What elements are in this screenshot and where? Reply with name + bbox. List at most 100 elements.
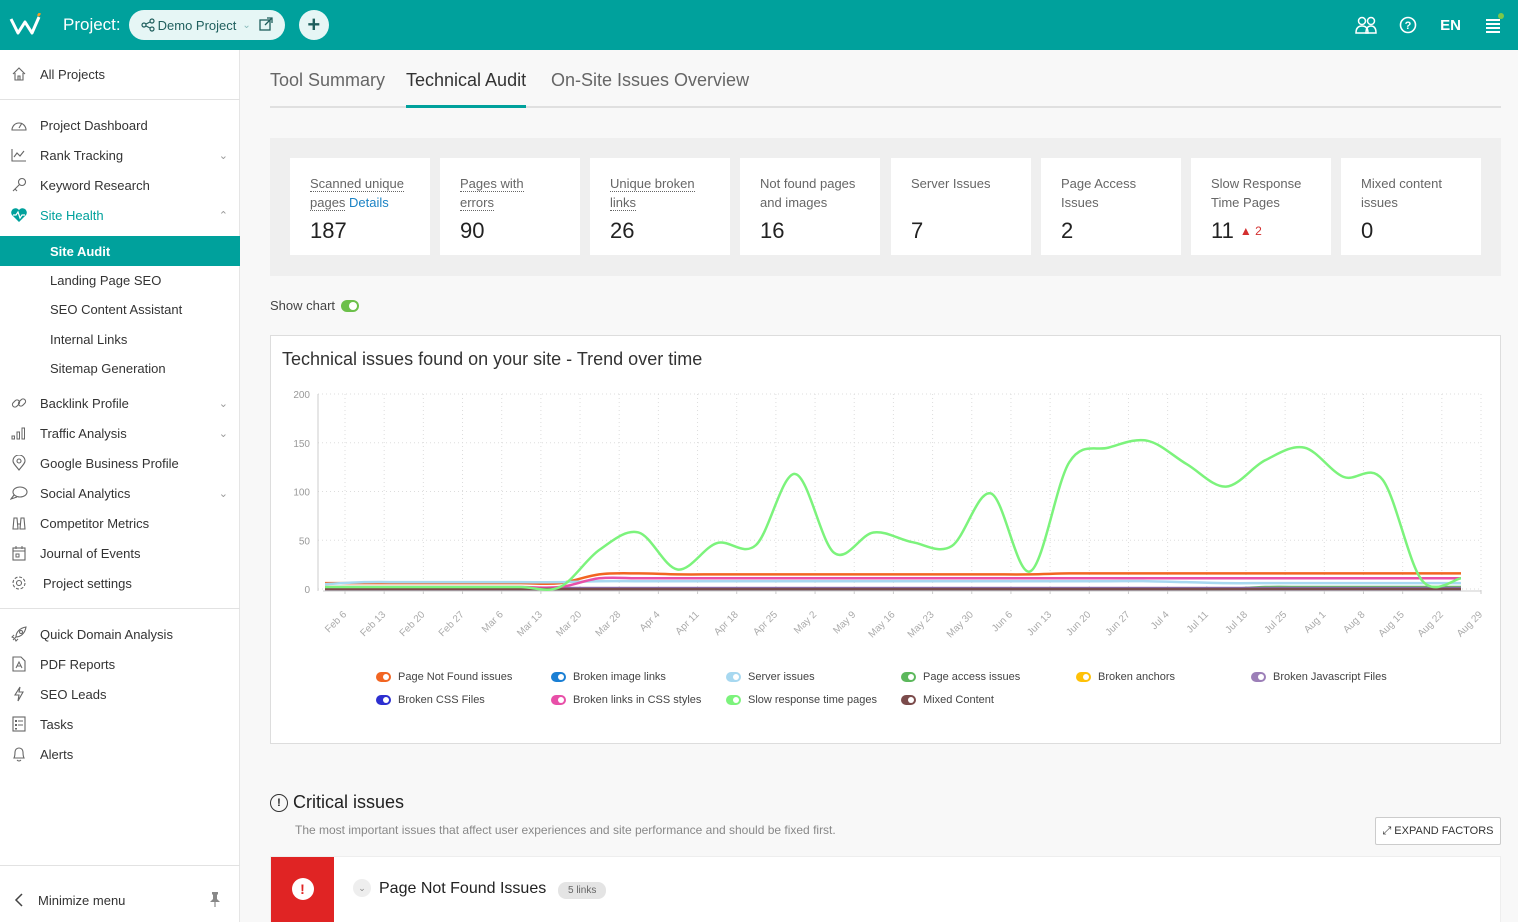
top-bar: Project: Demo Project ⌄ + ? EN [0,0,1518,50]
legend-item[interactable]: Broken links in CSS styles [551,694,701,706]
link-icon [10,394,28,412]
calendar-icon [10,544,28,562]
chevron-down-icon[interactable]: ⌄ [353,879,371,897]
sidebar-item-site-health[interactable]: Site Health ⌃ [0,200,240,230]
sidebar-item-project-dashboard[interactable]: Project Dashboard [0,110,240,140]
sidebar-item-pdf-reports[interactable]: PDF Reports [0,649,240,679]
sidebar-item-site-audit[interactable]: Site Audit [0,236,240,266]
sidebar-item-tasks[interactable]: Tasks [0,709,240,739]
dashboard-icon [10,116,28,134]
legend-label: Server issues [748,671,815,683]
x-tick-label: Mar 13 [515,609,545,639]
sidebar-item-keyword-research[interactable]: Keyword Research [0,170,240,200]
chat-bubble-icon [10,484,28,502]
sidebar-item-google-business-profile[interactable]: Google Business Profile [0,448,240,478]
notification-dot [1498,13,1504,19]
legend-item[interactable]: Page access issues [901,671,1020,683]
x-tick-label: Mar 20 [554,609,584,639]
tab-tool-summary[interactable]: Tool Summary [270,70,385,108]
sidebar-item-journal-of-events[interactable]: Journal of Events [0,538,240,568]
chevron-down-icon[interactable]: ⌄ [219,427,228,440]
x-tick-label: Jun 13 [1025,609,1054,638]
legend-toggle-icon [551,695,566,705]
legend-label: Broken anchors [1098,671,1176,683]
stat-value: 90 [460,218,485,243]
legend-item[interactable]: Broken CSS Files [376,694,485,706]
legend-label: Mixed Content [923,694,994,706]
sidebar-item-traffic-analysis[interactable]: Traffic Analysis ⌄ [0,418,240,448]
sidebar-item-landing-page-seo[interactable]: Landing Page SEO [0,265,240,295]
gear-icon [10,574,28,592]
sidebar-item-internal-links[interactable]: Internal Links [0,324,240,354]
app-logo[interactable] [9,12,43,37]
stat-value: 2 [1061,218,1074,243]
tab-on-site-issues-overview[interactable]: On-Site Issues Overview [551,70,749,108]
stat-card-pages-with-errors[interactable]: Pages with errors 90 [440,158,580,255]
details-link[interactable]: Details [349,195,389,210]
tab-technical-audit[interactable]: Technical Audit [406,70,527,108]
legend-toggle-icon [551,672,566,682]
expand-icon: ⤢ [1382,824,1392,837]
plus-icon: + [307,12,321,37]
home-icon [10,65,28,83]
external-link-icon[interactable] [259,16,273,34]
x-tick-label: Feb 13 [358,609,388,639]
legend-item[interactable]: Broken anchors [1076,671,1175,683]
x-tick-label: Aug 22 [1416,609,1446,639]
legend-toggle-icon [1076,672,1091,682]
critical-issues-heading: ! Critical issues [270,792,404,813]
chevron-up-icon[interactable]: ⌃ [219,209,228,222]
sidebar-item-competitor-metrics[interactable]: Competitor Metrics [0,508,240,538]
legend-item[interactable]: Mixed Content [901,694,994,706]
sidebar-item-quick-domain-analysis[interactable]: Quick Domain Analysis [0,619,240,649]
pdf-icon [10,655,28,673]
x-tick-label: Aug 8 [1341,609,1368,636]
legend-toggle-icon [726,672,741,682]
chevron-down-icon[interactable]: ⌄ [219,149,228,162]
sidebar-item-sitemap-generation[interactable]: Sitemap Generation [0,353,240,383]
x-tick-label: May 23 [906,609,937,640]
x-tick-label: Apr 4 [638,609,663,634]
sidebar-item-project-settings[interactable]: Project settings [0,568,240,598]
users-icon[interactable] [1354,13,1378,37]
sidebar-item-alerts[interactable]: Alerts [0,739,240,769]
legend-item[interactable]: Page Not Found issues [376,671,512,683]
legend-item[interactable]: Broken Javascript Files [1251,671,1387,683]
sidebar-item-all-projects[interactable]: All Projects [0,59,240,89]
chevron-down-icon[interactable]: ⌄ [219,397,228,410]
chevron-down-icon[interactable]: ⌄ [219,487,228,500]
legend-toggle-icon [376,672,391,682]
sidebar-item-backlink-profile[interactable]: Backlink Profile ⌄ [0,388,240,418]
map-pin-icon [10,454,28,472]
legend-item[interactable]: Broken image links [551,671,666,683]
stat-value: 7 [911,218,924,243]
minimize-menu-button[interactable]: Minimize menu [0,885,240,915]
project-selector[interactable]: Demo Project ⌄ [128,10,285,40]
help-icon[interactable]: ? [1396,13,1420,37]
x-tick-label: Aug 15 [1377,609,1407,639]
expand-factors-button[interactable]: ⤢ EXPAND FACTORS [1375,817,1501,845]
x-tick-label: Jun 6 [990,609,1015,634]
pin-icon[interactable] [208,891,222,910]
project-name: Demo Project [157,17,237,33]
legend-label: Broken image links [573,671,666,683]
legend-item[interactable]: Server issues [726,671,815,683]
add-project-button[interactable]: + [298,10,329,40]
sidebar-item-seo-content-assistant[interactable]: SEO Content Assistant [0,294,240,324]
sidebar-item-social-analytics[interactable]: Social Analytics ⌄ [0,478,240,508]
legend-label: Page access issues [923,671,1021,683]
legend-label: Broken CSS Files [398,694,485,706]
legend-item[interactable]: Slow response time pages [726,694,877,706]
share-icon [141,18,155,32]
x-tick-label: Jul 25 [1263,609,1290,636]
issue-row[interactable]: ! ⌄ Page Not Found Issues 5 links [270,856,1501,922]
show-chart-toggle[interactable] [341,299,360,312]
project-label: Project: [63,15,121,34]
sidebar-item-rank-tracking[interactable]: Rank Tracking ⌄ [0,140,240,170]
tasks-icon [10,715,28,733]
sidebar-item-seo-leads[interactable]: SEO Leads [0,679,240,709]
legend-toggle-icon [901,695,916,705]
stat-card-unique-broken-links[interactable]: Unique broken links 26 [590,158,730,255]
x-tick-label: Jun 27 [1104,609,1133,638]
language-selector[interactable]: EN [1440,17,1461,34]
